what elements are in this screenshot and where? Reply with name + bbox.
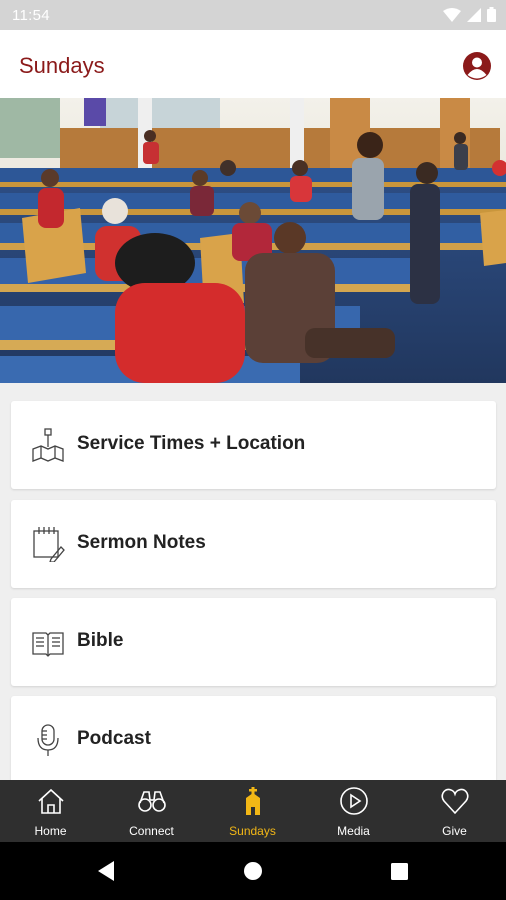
- nav-label: Home: [34, 824, 67, 838]
- binoculars-icon: [138, 791, 166, 812]
- profile-icon[interactable]: [462, 51, 492, 81]
- nav-sundays[interactable]: Sundays: [202, 780, 303, 842]
- map-location-icon: [32, 428, 64, 462]
- nav-label: Give: [442, 824, 467, 838]
- wifi-icon: [443, 7, 461, 22]
- nav-home[interactable]: Home: [0, 780, 101, 842]
- nav-connect[interactable]: Connect: [101, 780, 202, 842]
- nav-media[interactable]: Media: [303, 780, 404, 842]
- card-label: Bible: [77, 630, 124, 651]
- bible-card[interactable]: Bible: [11, 598, 496, 686]
- card-label: Sermon Notes: [77, 532, 206, 553]
- battery-icon: [487, 7, 496, 22]
- nav-label: Sundays: [229, 824, 276, 838]
- notepad-pen-icon: [33, 527, 65, 562]
- bottom-nav: Home Connect Sundays Media Give: [0, 780, 506, 842]
- signal-icon: [467, 7, 481, 22]
- nav-label: Media: [337, 824, 370, 838]
- app-bar: Sundays: [0, 30, 506, 98]
- home-circle-icon[interactable]: [244, 862, 262, 880]
- status-time: 11:54: [12, 7, 50, 24]
- church-icon: [246, 787, 260, 815]
- podcast-card[interactable]: Podcast: [11, 696, 496, 784]
- status-icons: [443, 7, 496, 22]
- back-icon[interactable]: [96, 861, 116, 881]
- hero-photo: [0, 98, 506, 383]
- heart-icon: [441, 788, 469, 815]
- open-book-icon: [32, 632, 64, 657]
- status-bar: 11:54: [0, 0, 506, 30]
- nav-give[interactable]: Give: [404, 780, 505, 842]
- page-title: Sundays: [19, 53, 105, 78]
- home-icon: [38, 788, 64, 814]
- recents-icon[interactable]: [391, 863, 408, 880]
- microphone-icon: [37, 724, 59, 756]
- play-circle-icon: [340, 787, 368, 815]
- service-times-location-card[interactable]: Service Times + Location: [11, 401, 496, 489]
- card-label: Podcast: [77, 728, 151, 749]
- sermon-notes-card[interactable]: Sermon Notes: [11, 500, 496, 588]
- system-nav-bar: [0, 842, 506, 900]
- nav-label: Connect: [129, 824, 174, 838]
- card-label: Service Times + Location: [77, 433, 306, 454]
